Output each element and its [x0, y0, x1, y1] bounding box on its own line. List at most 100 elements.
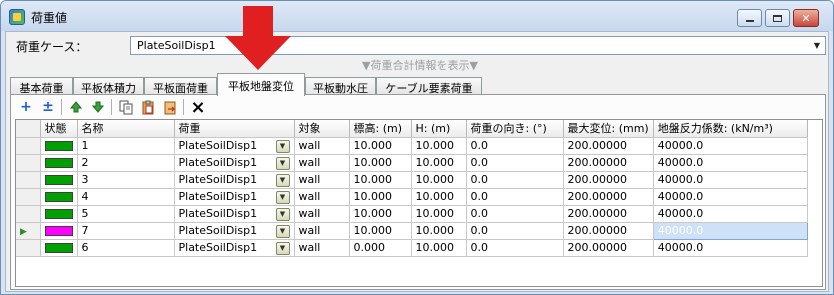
cell-target[interactable]: wall: [294, 205, 350, 223]
tab-plate-hydrodynamic[interactable]: 平板動水圧: [305, 77, 376, 95]
cell-subgrade-reaction[interactable]: 40000.0: [653, 137, 808, 155]
cell-load[interactable]: PlateSoilDisp1 ▼: [174, 205, 295, 223]
cell-target[interactable]: wall: [294, 222, 350, 240]
cell-subgrade-reaction[interactable]: 40000.0: [653, 205, 808, 223]
row-selector[interactable]: ▶: [16, 222, 41, 240]
cell-target[interactable]: wall: [294, 137, 350, 155]
table-row[interactable]: 1 PlateSoilDisp1 ▼ wall 10.000 10.000 0.0 200.0…: [16, 137, 808, 155]
cell-h[interactable]: 10.000: [411, 222, 467, 240]
cell-max-displacement[interactable]: 200.00000: [563, 188, 654, 206]
add-row-button[interactable]: +: [17, 98, 35, 116]
cell-load[interactable]: PlateSoilDisp1 ▼: [174, 154, 295, 172]
cell-status[interactable]: [40, 205, 78, 223]
cell-target[interactable]: wall: [294, 188, 350, 206]
cell-name[interactable]: 1: [77, 137, 175, 155]
cell-status[interactable]: [40, 137, 78, 155]
cell-subgrade-reaction[interactable]: 40000.0: [653, 154, 808, 172]
chevron-down-icon[interactable]: ▼: [275, 190, 290, 204]
col-header-max-displacement[interactable]: 最大変位: (mm): [563, 120, 654, 138]
row-selector[interactable]: [16, 188, 41, 206]
cell-load[interactable]: PlateSoilDisp1 ▼: [174, 137, 295, 155]
cell-direction[interactable]: 0.0: [466, 171, 564, 189]
chevron-down-icon[interactable]: ▼: [275, 139, 290, 153]
col-header-h[interactable]: H: (m): [411, 120, 467, 138]
cell-elevation[interactable]: 10.000: [349, 188, 412, 206]
tab-plate-body-force[interactable]: 平板体積力: [73, 77, 144, 95]
col-header-load[interactable]: 荷重: [174, 120, 295, 138]
col-header-name[interactable]: 名称: [77, 120, 175, 138]
cell-subgrade-reaction[interactable]: 40000.0: [652, 221, 808, 240]
cell-elevation[interactable]: 10.000: [349, 205, 412, 223]
row-selector[interactable]: [16, 239, 41, 257]
row-selector[interactable]: [16, 154, 41, 172]
cell-direction[interactable]: 0.0: [466, 205, 564, 223]
cell-elevation[interactable]: 0.000: [349, 239, 412, 257]
cell-status[interactable]: [40, 239, 78, 257]
tab-basic-load[interactable]: 基本荷重: [10, 77, 73, 95]
cell-h[interactable]: 10.000: [411, 137, 467, 155]
cell-max-displacement[interactable]: 200.00000: [563, 222, 654, 240]
cell-elevation[interactable]: 10.000: [349, 171, 412, 189]
col-header-direction[interactable]: 荷重の向き: (°): [466, 120, 564, 138]
cell-max-displacement[interactable]: 200.00000: [563, 154, 654, 172]
cell-direction[interactable]: 0.0: [466, 154, 564, 172]
chevron-down-icon[interactable]: ▼: [275, 207, 290, 221]
cell-h[interactable]: 10.000: [411, 188, 467, 206]
col-header-elevation[interactable]: 標高: (m): [349, 120, 412, 138]
cell-elevation[interactable]: 10.000: [349, 137, 412, 155]
maximize-button[interactable]: [765, 9, 790, 27]
cell-load[interactable]: PlateSoilDisp1 ▼: [174, 188, 295, 206]
col-header-subgrade-reaction[interactable]: 地盤反力係数: (kN/m³): [653, 120, 808, 138]
title-bar[interactable]: 荷重値 ✕: [1, 1, 833, 31]
chevron-down-icon[interactable]: ▼: [275, 156, 290, 170]
table-row[interactable]: 4 PlateSoilDisp1 ▼ wall 10.000 10.000 0.0 200.0…: [16, 188, 808, 206]
table-row[interactable]: 5 PlateSoilDisp1 ▼ wall 10.000 10.000 0.0 200.0…: [16, 205, 808, 223]
cell-max-displacement[interactable]: 200.00000: [563, 137, 654, 155]
chevron-down-icon[interactable]: ▼: [275, 241, 290, 255]
tab-plate-surface-load[interactable]: 平板面荷重: [144, 77, 217, 95]
cell-max-displacement[interactable]: 200.00000: [563, 205, 654, 223]
cell-direction[interactable]: 0.0: [466, 222, 564, 240]
cell-subgrade-reaction[interactable]: 40000.0: [653, 171, 808, 189]
cell-max-displacement[interactable]: 200.00000: [563, 171, 654, 189]
cell-load[interactable]: PlateSoilDisp1 ▼: [174, 239, 295, 257]
cell-target[interactable]: wall: [294, 239, 350, 257]
minimize-button[interactable]: [737, 9, 762, 27]
col-header-target[interactable]: 対象: [294, 120, 350, 138]
chevron-down-icon[interactable]: ▼: [275, 173, 290, 187]
cell-load[interactable]: PlateSoilDisp1 ▼: [174, 222, 295, 240]
cell-name[interactable]: 6: [77, 239, 175, 257]
paste-special-button[interactable]: [161, 98, 179, 116]
cell-direction[interactable]: 0.0: [466, 188, 564, 206]
row-selector[interactable]: [16, 137, 41, 155]
table-row[interactable]: ▶ 7 PlateSoilDisp1 ▼ wall 10.000 10.000 0.0 200.…: [16, 221, 808, 240]
row-selector[interactable]: [16, 205, 41, 223]
cell-direction[interactable]: 0.0: [466, 137, 564, 155]
cell-subgrade-reaction[interactable]: 40000.0: [653, 188, 808, 206]
copy-button[interactable]: [117, 98, 135, 116]
col-header-status[interactable]: 状態: [40, 120, 78, 138]
cell-h[interactable]: 10.000: [411, 171, 467, 189]
cell-subgrade-reaction[interactable]: 40000.0: [653, 239, 808, 257]
row-selector[interactable]: [16, 171, 41, 189]
load-summary-toggle[interactable]: ▼荷重合計情報を表示▼: [362, 57, 478, 73]
cell-elevation[interactable]: 10.000: [349, 222, 412, 240]
cell-name[interactable]: 7: [77, 222, 175, 240]
cell-name[interactable]: 4: [77, 188, 175, 206]
table-row[interactable]: 3 PlateSoilDisp1 ▼ wall 10.000 10.000 0.0 200.0…: [16, 171, 808, 189]
delete-row-button[interactable]: ×: [189, 97, 207, 118]
cell-h[interactable]: 10.000: [411, 154, 467, 172]
cell-status[interactable]: [40, 171, 78, 189]
table-row[interactable]: 2 PlateSoilDisp1 ▼ wall 10.000 10.000 0.0 200.0…: [16, 154, 808, 172]
tab-cable-element-load[interactable]: ケーブル要素荷重: [376, 77, 482, 95]
cell-elevation[interactable]: 10.000: [349, 154, 412, 172]
chevron-down-icon[interactable]: ▼: [275, 224, 290, 238]
move-down-button[interactable]: [89, 98, 107, 116]
cell-name[interactable]: 5: [77, 205, 175, 223]
cell-status[interactable]: [40, 188, 78, 206]
cell-load[interactable]: PlateSoilDisp1 ▼: [174, 171, 295, 189]
cell-h[interactable]: 10.000: [411, 205, 467, 223]
close-button[interactable]: ✕: [793, 9, 819, 27]
move-up-button[interactable]: [67, 98, 85, 116]
insert-row-button[interactable]: ±: [39, 98, 57, 116]
